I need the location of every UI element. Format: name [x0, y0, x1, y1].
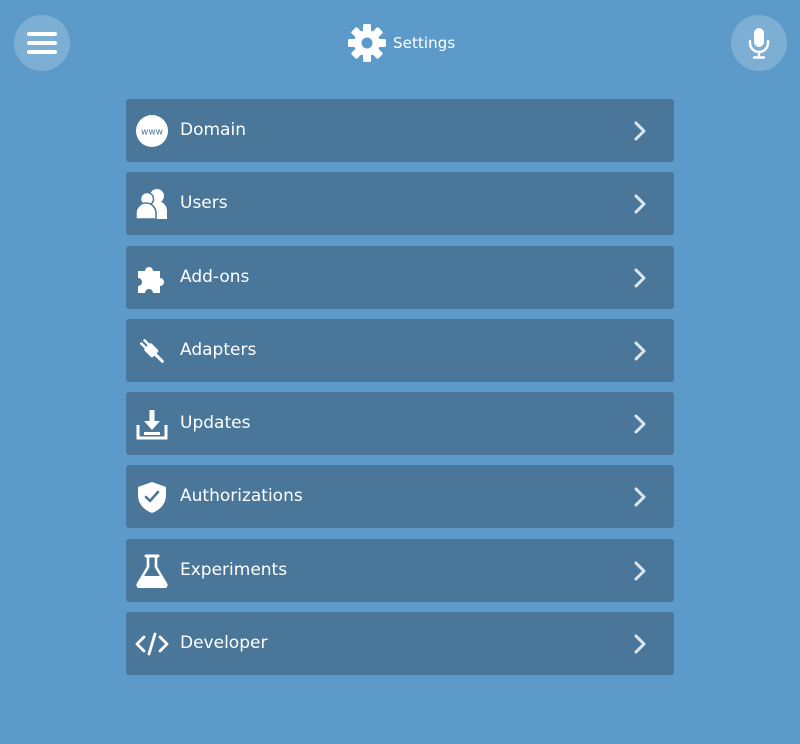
settings-item-authorizations[interactable]: Authorizations — [126, 465, 674, 529]
microphone-icon — [748, 28, 770, 59]
www-globe-icon: www — [134, 113, 170, 149]
menu-button[interactable] — [14, 15, 70, 71]
flask-icon — [134, 553, 170, 589]
code-icon — [134, 626, 170, 662]
hamburger-menu-icon — [27, 32, 57, 54]
users-icon — [134, 186, 170, 222]
settings-item-developer[interactable]: Developer — [126, 612, 674, 676]
settings-item-label: Updates — [180, 413, 251, 434]
chevron-right-icon — [630, 413, 650, 435]
puzzle-piece-icon — [134, 260, 170, 296]
gear-icon — [347, 23, 387, 63]
settings-item-updates[interactable]: Updates — [126, 392, 674, 456]
settings-item-label: Domain — [180, 120, 246, 140]
shield-check-icon — [134, 479, 170, 515]
chevron-right-icon — [630, 560, 650, 582]
chevron-right-icon — [630, 340, 650, 362]
chevron-right-icon — [630, 120, 650, 142]
chevron-right-icon — [630, 267, 650, 289]
download-tray-icon — [134, 406, 170, 442]
settings-item-label: Experiments — [180, 559, 288, 580]
settings-list: www Domain Users Add-ons Adapters Update… — [126, 99, 674, 685]
chevron-right-icon — [630, 486, 650, 508]
top-bar: Settings — [0, 0, 800, 88]
settings-item-label: Adapters — [180, 339, 257, 360]
settings-item-domain[interactable]: www Domain — [126, 99, 674, 162]
settings-item-label: Authorizations — [180, 486, 303, 507]
settings-item-users[interactable]: Users — [126, 172, 674, 236]
page-title: Settings — [393, 34, 456, 52]
chevron-right-icon — [630, 633, 650, 655]
settings-item-label: Add-ons — [180, 266, 250, 287]
chevron-right-icon — [630, 193, 650, 215]
settings-item-label: Users — [180, 193, 228, 214]
svg-text:www: www — [141, 128, 163, 138]
plug-icon — [134, 333, 170, 369]
settings-item-add-ons[interactable]: Add-ons — [126, 245, 674, 309]
settings-item-experiments[interactable]: Experiments — [126, 538, 674, 602]
page-header: Settings — [347, 22, 455, 64]
settings-item-label: Developer — [180, 633, 268, 654]
settings-item-adapters[interactable]: Adapters — [126, 318, 674, 382]
voice-input-button[interactable] — [731, 15, 787, 71]
